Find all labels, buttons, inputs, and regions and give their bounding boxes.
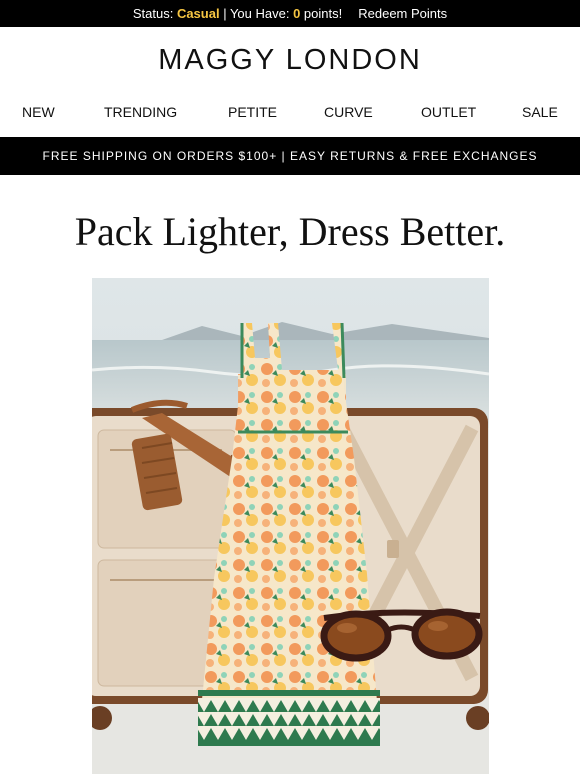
points-prefix: | You Have: (219, 6, 294, 21)
nav-item-curve[interactable]: CURVE (324, 104, 373, 120)
page-headline: Pack Lighter, Dress Better. (74, 209, 506, 254)
nav-item-sale[interactable]: SALE (522, 104, 558, 120)
hero-image[interactable] (92, 278, 489, 774)
points-suffix: points! (300, 6, 343, 21)
nav-item-outlet[interactable]: OUTLET (421, 104, 476, 120)
nav-item-petite[interactable]: PETITE (228, 104, 277, 120)
status-value: Casual (176, 6, 220, 21)
points-value: 0 (293, 6, 301, 21)
status-bar: Status: Casual | You Have: 0 points! Red… (0, 0, 580, 27)
status-prefix: Status: (132, 6, 177, 21)
brand-logo[interactable]: MAGGY LONDON (0, 44, 580, 77)
redeem-points-link[interactable]: Redeem Points (358, 6, 447, 21)
main-nav: NEW TRENDING PETITE CURVE OUTLET SALE (0, 104, 580, 124)
nav-item-trending[interactable]: TRENDING (104, 104, 177, 120)
hero-illustration (92, 278, 489, 774)
nav-item-new[interactable]: NEW (22, 104, 55, 120)
promo-banner[interactable]: FREE SHIPPING ON ORDERS $100+ | EASY RET… (0, 137, 580, 175)
